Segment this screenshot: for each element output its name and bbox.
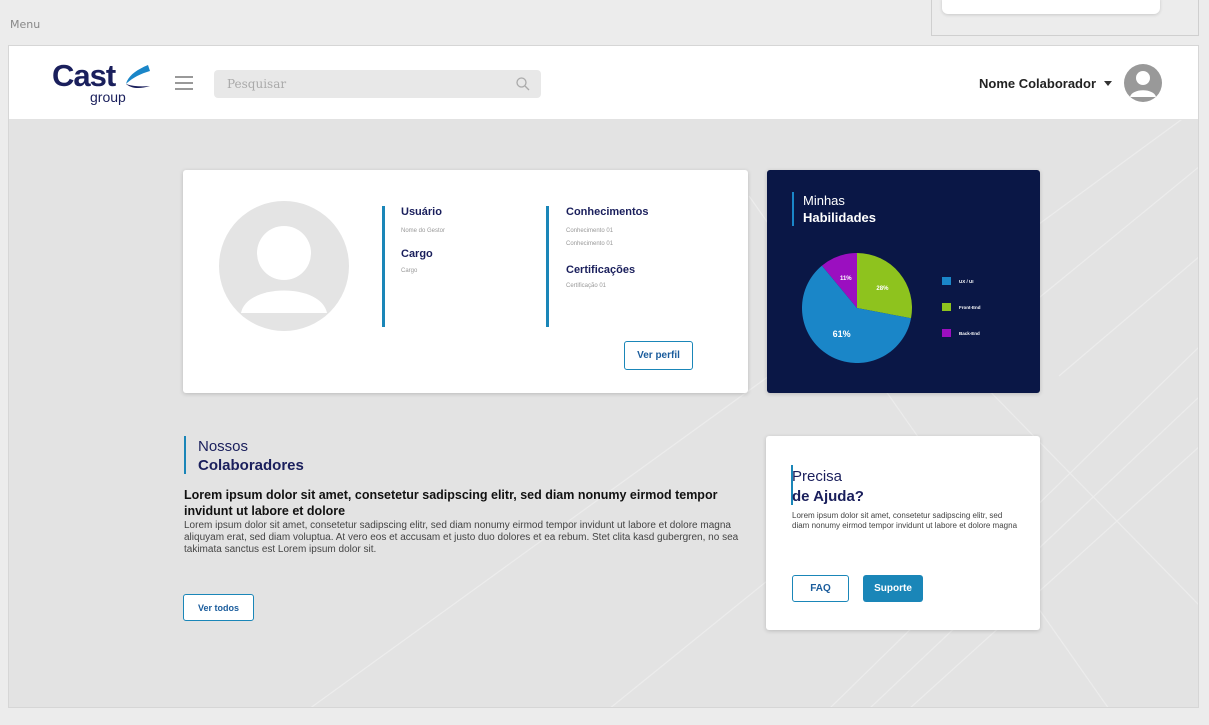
- legend-label: UX / UI: [959, 278, 974, 284]
- skills-title-line1: Minhas: [803, 193, 845, 208]
- menu-label[interactable]: Menu: [10, 18, 40, 31]
- ver-todos-button[interactable]: Ver todos: [183, 594, 254, 621]
- title-accent-bar: [792, 192, 794, 226]
- pie-slice-label: 61%: [833, 329, 851, 339]
- user-menu[interactable]: Nome Colaborador: [979, 64, 1162, 102]
- profile-avatar: [219, 201, 349, 331]
- legend-item: Front-End: [942, 303, 981, 311]
- legend-item: UX / UI: [942, 277, 974, 285]
- colaboradores-title-line2: Colaboradores: [198, 457, 304, 474]
- logo-subtext: group: [90, 89, 126, 105]
- user-name[interactable]: Nome Colaborador: [979, 76, 1096, 91]
- usuario-label: Usuário: [401, 206, 442, 218]
- title-accent-bar: [184, 436, 186, 474]
- menu-icon[interactable]: [175, 76, 193, 90]
- cargo-label: Cargo: [401, 248, 433, 260]
- user-icon: [1130, 71, 1156, 97]
- pie-slice-label: 28%: [876, 286, 889, 292]
- certificacao-item: Certificação 01: [566, 283, 607, 289]
- suporte-button[interactable]: Suporte: [863, 575, 923, 602]
- search-bar: [214, 70, 541, 98]
- legend-swatch: [942, 303, 951, 311]
- legend-swatch: [942, 329, 951, 337]
- legend-swatch: [942, 277, 951, 285]
- usuario-value: Nome do Gestor: [401, 228, 446, 234]
- help-title-line2: de Ajuda?: [792, 488, 864, 505]
- colaboradores-title-line1: Nossos: [198, 438, 249, 455]
- column-divider: [382, 206, 385, 327]
- profile-card: Usuário Nome do Gestor Cargo Cargo Conhe…: [183, 170, 748, 393]
- top-right-dropdown: [931, 0, 1199, 36]
- top-header: Cast group Nome Colaborador: [9, 46, 1198, 120]
- user-icon: [241, 226, 327, 313]
- conhecimento-item: Conhecimento 01: [566, 241, 614, 247]
- avatar[interactable]: [1124, 64, 1162, 102]
- logo-swoosh-icon: [126, 65, 150, 89]
- colaboradores-lead: Lorem ipsum dolor sit amet, consetetur s…: [184, 488, 718, 518]
- skills-card: Minhas Habilidades 28% 61% 11% UX / UI Fron…: [767, 170, 1040, 393]
- ver-perfil-button[interactable]: Ver perfil: [624, 341, 693, 370]
- skills-title-line2: Habilidades: [803, 210, 876, 225]
- help-body: Lorem ipsum dolor sit amet, consetetur s…: [792, 511, 1018, 530]
- search-input[interactable]: [214, 70, 494, 98]
- help-card: Precisa de Ajuda? Lorem ipsum dolor sit …: [766, 436, 1040, 630]
- column-divider: [546, 206, 549, 327]
- legend-item: Back-End: [942, 329, 980, 337]
- skills-pie-chart: 28% 61% 11%: [802, 253, 912, 363]
- legend-label: Back-End: [959, 330, 980, 336]
- app-frame: Cast group Nome Colaborador: [8, 45, 1199, 708]
- cargo-value: Cargo: [401, 268, 418, 274]
- faq-button[interactable]: FAQ: [792, 575, 849, 602]
- pie-slice-label: 11%: [840, 276, 852, 282]
- conhecimento-item: Conhecimento 01: [566, 228, 614, 234]
- help-title-line1: Precisa: [792, 468, 843, 485]
- legend-label: Front-End: [959, 304, 981, 310]
- colaboradores-body: Lorem ipsum dolor sit amet, consetetur s…: [184, 520, 739, 555]
- dropdown-panel: [942, 0, 1160, 14]
- search-icon[interactable]: [515, 76, 531, 92]
- chevron-down-icon[interactable]: [1104, 80, 1112, 86]
- cast-group-logo[interactable]: Cast group: [52, 58, 152, 108]
- certificacoes-label: Certificações: [566, 264, 636, 276]
- conhecimentos-label: Conhecimentos: [566, 206, 649, 218]
